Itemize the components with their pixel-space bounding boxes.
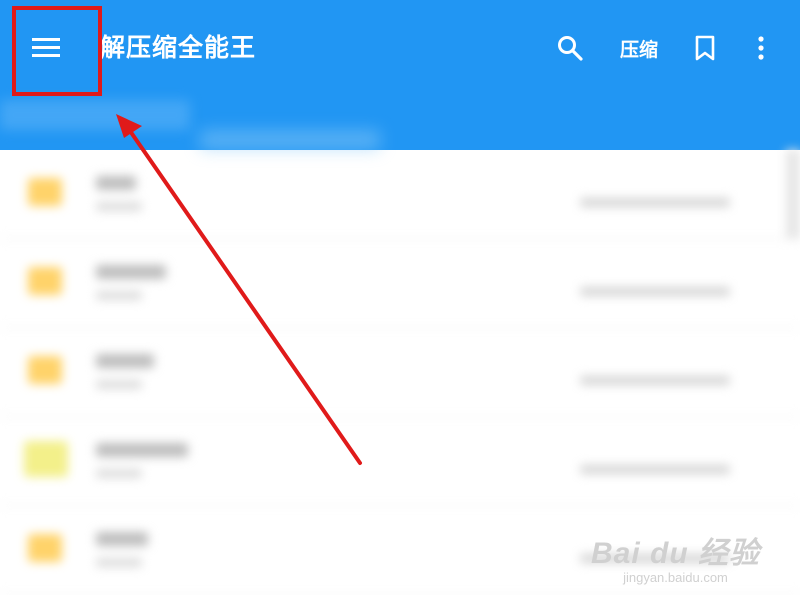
baidu-jingyan-watermark: Bai du 经验 jingyan.baidu.com (591, 528, 760, 585)
pointer-arrow (116, 114, 362, 465)
watermark-url: jingyan.baidu.com (623, 570, 728, 585)
watermark-logo: Bai du 经验 (590, 537, 760, 570)
